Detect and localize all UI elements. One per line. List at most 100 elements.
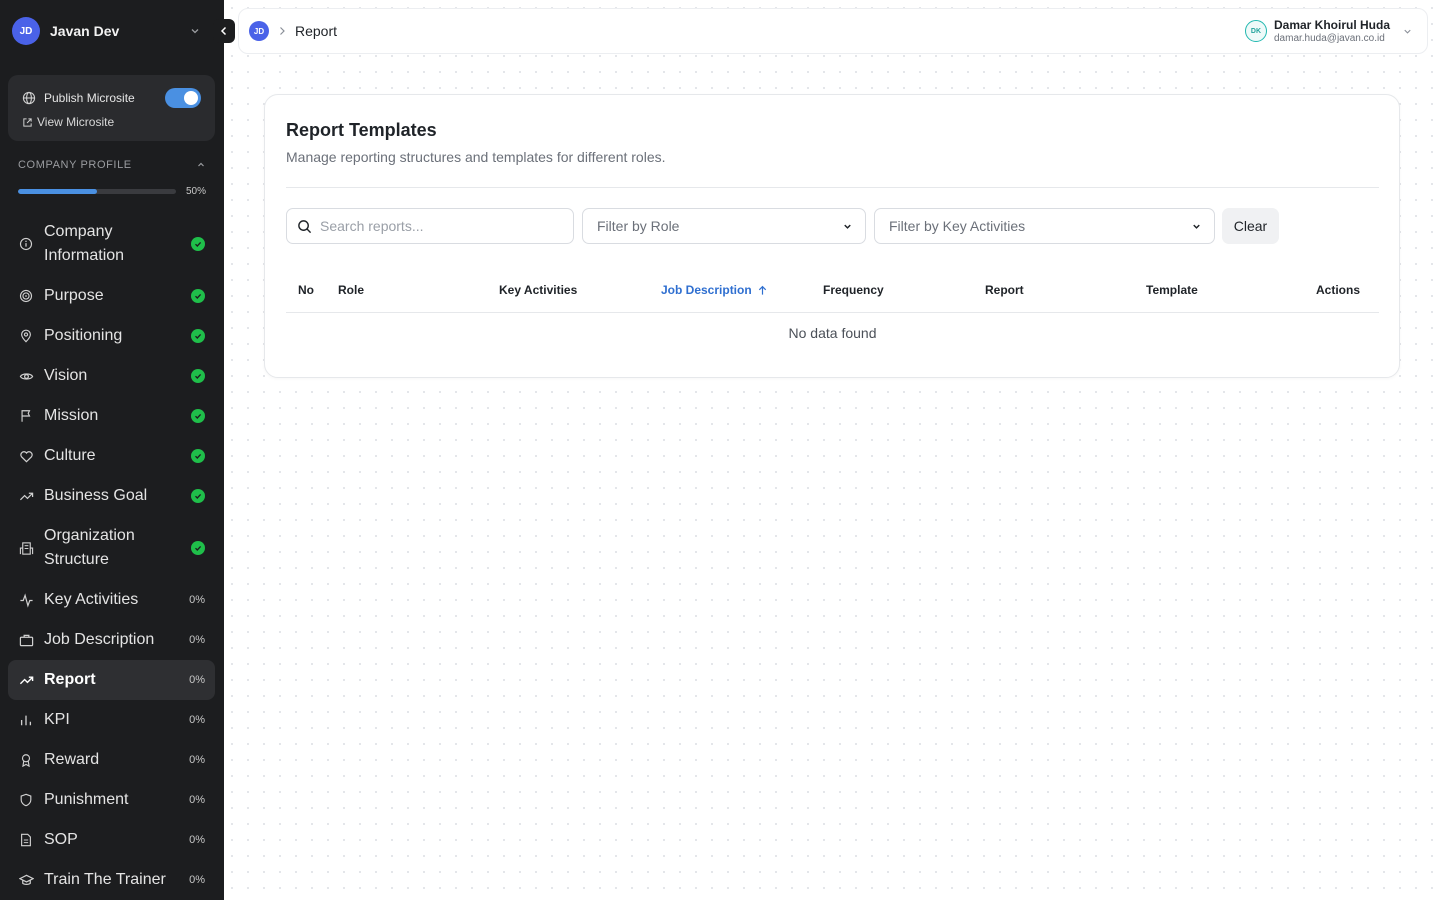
org-chart-icon [18, 540, 34, 556]
page-subtitle: Manage reporting structures and template… [286, 149, 666, 165]
sidebar-item-label: Report [44, 671, 96, 688]
check-circle-icon [191, 449, 205, 463]
empty-state-message: No data found [788, 325, 877, 341]
progress-fill [18, 188, 97, 194]
column-header-frequency[interactable]: Frequency [823, 272, 884, 308]
column-header-template[interactable]: Template [1146, 272, 1198, 308]
sidebar-item-organization-structure[interactable]: Organization Structure [8, 524, 215, 572]
sidebar-item-progress: 0% [189, 634, 205, 646]
check-circle-icon [191, 541, 205, 555]
column-header-actions: Actions [1316, 283, 1361, 297]
divider [286, 187, 1379, 188]
workspace-switcher[interactable]: JD Javan Dev [0, 0, 224, 62]
sidebar-item-train-the-trainer[interactable]: Train The Trainer 0% [8, 864, 215, 896]
sidebar-item-report[interactable]: Report 0% [8, 660, 215, 700]
filter-key-activities-placeholder: Filter by Key Activities [889, 218, 1026, 234]
publish-microsite-toggle[interactable] [165, 88, 201, 108]
microsite-card: Publish Microsite View Microsite [8, 75, 215, 141]
search-input[interactable] [320, 218, 550, 234]
search-box[interactable] [286, 208, 574, 244]
sidebar-item-label: Business Goal [44, 487, 148, 504]
user-menu[interactable]: DK Damar Khoirul Huda damar.huda@javan.c… [1244, 18, 1417, 44]
column-header-role[interactable]: Role [338, 272, 364, 308]
sidebar-item-progress: 0% [189, 754, 205, 766]
sidebar-item-progress: 0% [189, 714, 205, 726]
column-header-job-description[interactable]: Job Description [661, 272, 768, 308]
column-header-label: Job Description [661, 283, 752, 297]
user-avatar: DK [1244, 20, 1267, 42]
sidebar-item-reward[interactable]: Reward 0% [8, 744, 215, 776]
workspace-avatar: JD [12, 17, 40, 45]
sidebar-item-label: Culture [44, 447, 96, 464]
check-circle-icon [191, 329, 205, 343]
info-icon [18, 236, 34, 252]
sidebar-item-label: Key Activities [44, 591, 139, 608]
check-circle-icon [191, 237, 205, 251]
sidebar: JD Javan Dev Publish Microsite View Micr… [0, 0, 224, 900]
table-header: No Role Key Activities Job Description F… [286, 272, 1379, 312]
sidebar-item-business-goal[interactable]: Business Goal [8, 480, 215, 512]
filter-key-activities-select[interactable]: Filter by Key Activities [874, 208, 1215, 244]
arrow-up-icon [757, 285, 768, 296]
sidebar-item-vision[interactable]: Vision [8, 360, 215, 392]
shield-icon [18, 792, 34, 808]
user-name: Damar Khoirul Huda [1273, 18, 1390, 32]
chevron-down-icon [842, 221, 853, 232]
chevron-down-icon [1191, 221, 1202, 232]
column-header-no[interactable]: No [298, 272, 314, 308]
external-link-icon [22, 117, 33, 128]
user-email: damar.huda@javan.co.id [1273, 33, 1385, 44]
sidebar-item-progress: 0% [189, 594, 205, 606]
clear-filters-button[interactable]: Clear [1222, 208, 1279, 244]
check-circle-icon [191, 409, 205, 423]
sidebar-item-label: Organization Structure [44, 527, 135, 568]
column-header-report[interactable]: Report [985, 272, 1024, 308]
breadcrumb-workspace-avatar[interactable]: JD [249, 21, 269, 41]
activity-icon [18, 592, 34, 608]
sidebar-item-key-activities[interactable]: Key Activities 0% [8, 584, 215, 616]
award-icon [18, 752, 34, 768]
filter-role-select[interactable]: Filter by Role [582, 208, 866, 244]
view-microsite-link[interactable]: View Microsite [22, 114, 114, 130]
sidebar-item-progress: 0% [189, 874, 205, 886]
heart-icon [18, 448, 34, 464]
chevron-down-icon [1402, 26, 1413, 37]
sidebar-item-company-information[interactable]: Company Information [8, 220, 215, 268]
check-circle-icon [191, 489, 205, 503]
sidebar-item-progress: 0% [189, 834, 205, 846]
sidebar-item-culture[interactable]: Culture [8, 440, 215, 472]
sidebar-item-label: KPI [44, 711, 70, 728]
target-icon [18, 288, 34, 304]
sidebar-item-label: Company Information [44, 223, 125, 264]
sidebar-item-positioning[interactable]: Positioning [8, 320, 215, 352]
company-profile-progress: 50% [18, 185, 206, 197]
sidebar-item-mission[interactable]: Mission [8, 400, 215, 432]
sidebar-item-label: Train The Trainer [44, 871, 166, 888]
view-microsite-label: View Microsite [37, 115, 115, 129]
bar-chart-icon [18, 712, 34, 728]
main-content: JD Report DK Damar Khoirul Huda damar.hu… [224, 0, 1440, 900]
sidebar-collapse-button[interactable] [213, 19, 235, 43]
company-profile-section-header[interactable]: COMPANY PROFILE [18, 158, 206, 172]
sidebar-item-job-description[interactable]: Job Description 0% [8, 624, 215, 656]
sidebar-item-progress: 0% [189, 674, 205, 686]
filter-role-placeholder: Filter by Role [597, 218, 680, 234]
chevron-left-icon [219, 26, 229, 36]
briefcase-icon [18, 632, 34, 648]
trending-up-icon [18, 488, 34, 504]
top-bar: JD Report DK Damar Khoirul Huda damar.hu… [238, 8, 1428, 54]
sidebar-item-progress: 0% [189, 794, 205, 806]
check-circle-icon [191, 289, 205, 303]
progress-percent: 50% [185, 185, 206, 197]
sidebar-item-purpose[interactable]: Purpose [8, 280, 215, 312]
sidebar-item-sop[interactable]: SOP 0% [8, 824, 215, 856]
sidebar-item-punishment[interactable]: Punishment 0% [8, 784, 215, 816]
sidebar-item-label: Positioning [44, 327, 123, 344]
table-header-divider [286, 312, 1379, 313]
map-pin-icon [18, 328, 34, 344]
sidebar-item-kpi[interactable]: KPI 0% [8, 704, 215, 736]
sidebar-item-label: Vision [44, 367, 88, 384]
column-header-key-activities[interactable]: Key Activities [499, 272, 577, 308]
publish-microsite-label: Publish Microsite [44, 91, 135, 105]
sidebar-item-label: Reward [44, 751, 100, 768]
